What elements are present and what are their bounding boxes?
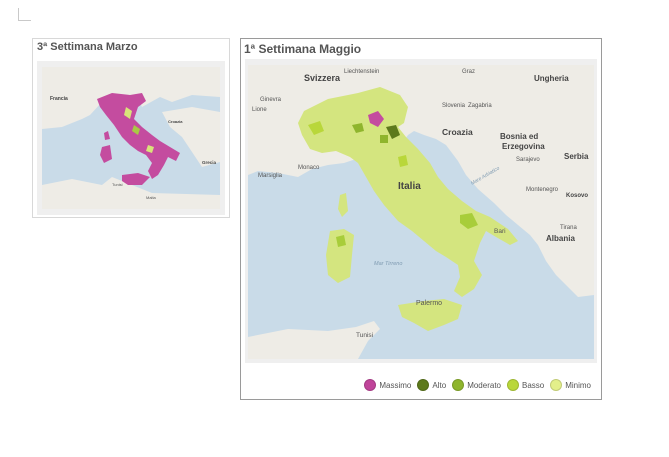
label-bari: Bari (494, 228, 506, 235)
march-map-image: Francia Croazia Grecia Tunisi Malta (42, 67, 220, 209)
label-svizzera: Svizzera (304, 73, 341, 83)
may-map-panel[interactable]: 1ª Settimana Maggio Svizzera Liechtenste… (240, 38, 602, 400)
severity-legend: Massimo Alto Moderato Basso Minimo (358, 377, 591, 393)
label-grecia: Grecia (202, 160, 217, 165)
march-map[interactable]: Francia Croazia Grecia Tunisi Malta (37, 61, 225, 215)
label-croazia-small: Croazia (168, 119, 183, 124)
legend-item-basso: Basso (506, 379, 545, 391)
label-serbia: Serbia (564, 152, 589, 161)
legend-dot-massimo (364, 379, 377, 391)
label-lione: Lione (252, 107, 267, 113)
may-map-image: Svizzera Liechtenstein Graz Ungheria Gin… (248, 65, 594, 359)
label-slovenia: Slovenia (442, 103, 466, 109)
march-map-panel[interactable]: 3ª Settimana Marzo Francia Croazia Greci… (32, 38, 230, 218)
label-erzegovina: Erzegovina (502, 142, 545, 151)
march-panel-title: 3ª Settimana Marzo (37, 41, 138, 53)
label-montenegro: Montenegro (526, 187, 559, 193)
legend-label-moderato: Moderato (467, 380, 501, 390)
label-bosnia: Bosnia ed (500, 132, 538, 141)
label-ungheria: Ungheria (534, 74, 569, 83)
legend-dot-basso (506, 379, 519, 391)
label-liechtenstein: Liechtenstein (344, 69, 379, 75)
label-marsiglia: Marsiglia (258, 173, 283, 179)
legend-dot-moderato (452, 379, 465, 391)
label-ginevra: Ginevra (260, 97, 282, 103)
legend-item-alto: Alto (417, 379, 446, 391)
label-croazia: Croazia (442, 127, 473, 137)
label-italia: Italia (398, 181, 421, 192)
label-tirana: Tirana (560, 225, 577, 231)
legend-item-moderato: Moderato (452, 379, 501, 391)
label-tirreno: Mar Tirreno (374, 261, 402, 267)
legend-dot-minimo (550, 379, 563, 391)
legend-label-alto: Alto (432, 380, 447, 390)
legend-item-massimo: Massimo (364, 379, 411, 391)
label-sarajevo: Sarajevo (516, 157, 540, 163)
label-graz: Graz (462, 69, 475, 75)
legend-label-basso: Basso (521, 380, 545, 390)
legend-label-massimo: Massimo (379, 380, 412, 390)
legend-dot-alto (417, 379, 430, 391)
label-kosovo: Kosovo (566, 193, 588, 199)
legend-label-minimo: Minimo (565, 380, 591, 390)
legend-item-minimo: Minimo (550, 379, 591, 391)
may-map[interactable]: Svizzera Liechtenstein Graz Ungheria Gin… (245, 59, 597, 363)
label-albania: Albania (546, 234, 575, 243)
label-malta: Malta (146, 195, 157, 200)
label-zagabria: Zagabria (468, 103, 492, 109)
label-tunisi: Tunisi (356, 332, 373, 339)
corner-marker (18, 8, 31, 21)
label-monaco: Monaco (298, 165, 320, 171)
may-panel-title: 1ª Settimana Maggio (244, 42, 362, 56)
label-tunisi-small: Tunisi (112, 182, 123, 187)
label-palermo: Palermo (416, 300, 442, 307)
label-francia: Francia (50, 96, 68, 102)
